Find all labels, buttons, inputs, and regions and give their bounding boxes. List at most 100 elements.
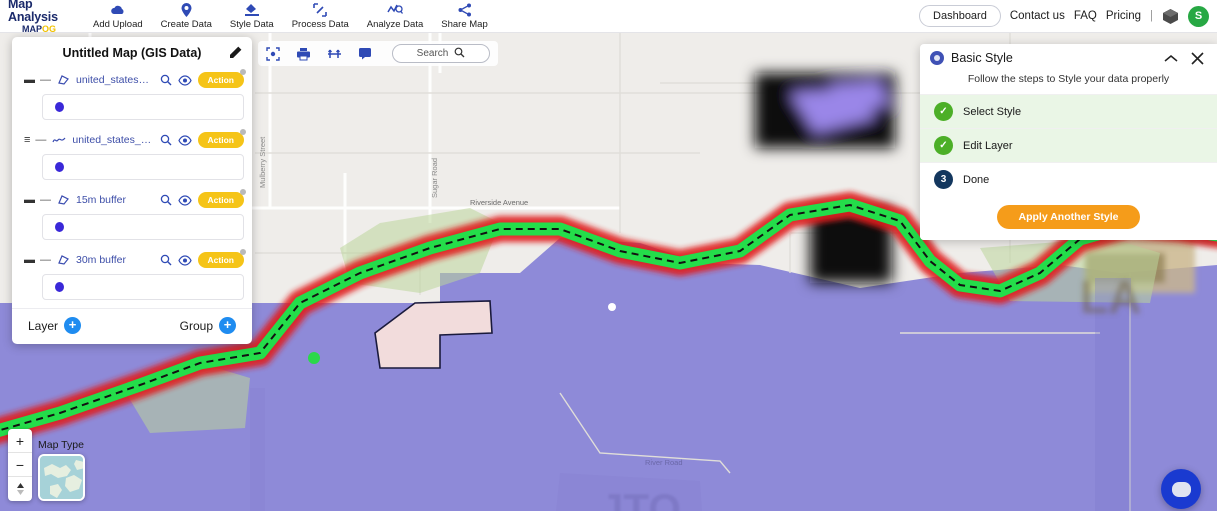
table-row[interactable]: ≡ — united_states_ca... Action: [12, 128, 252, 150]
nav-item-add-upload[interactable]: Add Upload: [84, 3, 152, 30]
dashboard-button[interactable]: Dashboard: [919, 5, 1001, 27]
table-row[interactable]: ▬ — 15m buffer Action: [12, 188, 252, 210]
eye-icon[interactable]: [177, 254, 192, 266]
layer-panel-header: Untitled Map (GIS Data): [12, 37, 252, 68]
drag-handle-icon[interactable]: ▬: [24, 254, 35, 266]
style-swatch-box[interactable]: [42, 214, 244, 240]
pencil-icon[interactable]: [229, 46, 242, 62]
chat-support-button[interactable]: [1161, 469, 1201, 509]
action-button[interactable]: Action: [197, 249, 247, 268]
contact-us-link[interactable]: Contact us: [1010, 10, 1065, 22]
eye-icon[interactable]: [177, 74, 192, 86]
check-icon: ✓: [934, 102, 953, 121]
process-transform-icon: [313, 2, 328, 17]
zoom-out-button[interactable]: −: [8, 453, 32, 477]
brand-title: Map Analysis: [8, 0, 58, 24]
polygon-icon: [57, 74, 70, 86]
color-swatch[interactable]: [55, 282, 64, 292]
eye-icon[interactable]: [177, 194, 192, 206]
search-input[interactable]: Search: [392, 44, 490, 63]
apply-another-style-button[interactable]: Apply Another Style: [996, 205, 1141, 229]
world-map-thumbnail-icon[interactable]: [38, 454, 85, 501]
nav-item-analyze-data[interactable]: Analyze Data: [358, 3, 433, 30]
collapse-minus-icon[interactable]: —: [40, 74, 51, 86]
action-button[interactable]: Action: [197, 189, 247, 208]
list-item: ▬ — 30m buffer Action: [12, 248, 252, 300]
faq-link[interactable]: FAQ: [1074, 10, 1097, 22]
step-label-select-style: Select Style: [963, 105, 1022, 118]
check-icon: ✓: [934, 136, 953, 155]
pricing-link[interactable]: Pricing: [1106, 10, 1141, 22]
collapse-minus-icon[interactable]: —: [40, 194, 51, 206]
step-label-done: Done: [963, 173, 990, 186]
cube-icon[interactable]: [1162, 8, 1179, 25]
step-select-style[interactable]: ✓ Select Style: [920, 94, 1217, 128]
step-done[interactable]: 3 Done: [920, 162, 1217, 196]
comment-icon[interactable]: [358, 47, 372, 60]
water-text-blur: JTO: [600, 485, 681, 511]
cloud-upload-icon: [110, 3, 126, 17]
style-swatch-box[interactable]: [42, 154, 244, 180]
plus-icon: +: [64, 317, 82, 334]
avatar[interactable]: S: [1188, 5, 1209, 27]
style-swatch-box[interactable]: [42, 274, 244, 300]
nav-item-style-data[interactable]: Style Data: [221, 3, 283, 30]
chevron-up-icon[interactable]: [1161, 54, 1181, 63]
drag-handle-icon[interactable]: ≡: [24, 134, 31, 146]
nav-item-share-map[interactable]: Share Map: [432, 3, 496, 30]
eye-icon[interactable]: [177, 134, 192, 146]
nav-label-create-data: Create Data: [160, 18, 212, 30]
collapse-minus-icon[interactable]: —: [40, 254, 51, 266]
map-type-label: Map Type: [38, 439, 84, 451]
fit-to-screen-icon[interactable]: [266, 46, 280, 61]
layer-panel: Untitled Map (GIS Data) ▬ — united_state…: [12, 37, 252, 344]
zoom-to-layer-icon[interactable]: [160, 134, 172, 146]
zoom-to-layer-icon[interactable]: [160, 194, 172, 206]
nav-item-create-data[interactable]: Create Data: [152, 2, 221, 30]
compass-icon[interactable]: [8, 477, 32, 501]
style-swatch-box[interactable]: [42, 94, 244, 120]
layer-name[interactable]: united_states_ca...: [76, 74, 154, 86]
map-type-switcher[interactable]: Map Type: [38, 439, 85, 501]
print-icon[interactable]: [296, 47, 311, 61]
drag-handle-icon[interactable]: ▬: [24, 74, 35, 86]
zoom-to-layer-icon[interactable]: [160, 254, 172, 266]
layer-name[interactable]: 30m buffer: [76, 254, 154, 266]
close-icon[interactable]: [1188, 51, 1207, 65]
nav-label-share-map: Share Map: [441, 18, 488, 30]
color-swatch[interactable]: [55, 102, 64, 112]
action-button[interactable]: Action: [197, 129, 247, 148]
paint-style-icon: [244, 3, 260, 17]
list-item: ≡ — united_states_ca... Action: [12, 128, 252, 180]
add-layer-button[interactable]: Layer +: [28, 317, 82, 334]
action-button[interactable]: Action: [197, 69, 247, 88]
polyline-icon: [52, 135, 66, 145]
color-swatch[interactable]: [55, 162, 64, 172]
measure-icon[interactable]: [327, 47, 342, 61]
add-group-button[interactable]: Group +: [180, 317, 236, 334]
color-swatch[interactable]: [55, 222, 64, 232]
table-row[interactable]: ▬ — united_states_ca... Action: [12, 68, 252, 90]
step-edit-layer[interactable]: ✓ Edit Layer: [920, 128, 1217, 162]
add-layer-label: Layer: [28, 318, 59, 333]
land-text-blur: LA: [1080, 271, 1141, 323]
layer-name[interactable]: united_states_ca...: [72, 134, 153, 146]
vertex-node-selected: [608, 303, 616, 311]
polygon-icon: [57, 194, 70, 206]
brand-logo[interactable]: Map Analysis MAPOG: [0, 0, 82, 34]
zoom-to-layer-icon[interactable]: [160, 74, 172, 86]
main-nav: Add Upload Create Data Style Data Proces…: [84, 2, 497, 30]
collapse-minus-icon[interactable]: —: [35, 134, 46, 146]
drag-handle-icon[interactable]: ▬: [24, 194, 35, 206]
zoom-in-button[interactable]: +: [8, 429, 32, 453]
style-panel-subtitle: Follow the steps to Style your data prop…: [967, 73, 1170, 85]
nav-label-process-data: Process Data: [291, 18, 349, 30]
layer-list: ▬ — united_states_ca... Action ≡: [12, 68, 252, 300]
search-icon[interactable]: [454, 45, 465, 63]
table-row[interactable]: ▬ — 30m buffer Action: [12, 248, 252, 270]
nav-item-process-data[interactable]: Process Data: [283, 2, 358, 30]
search-placeholder: Search: [416, 48, 449, 59]
style-panel-footer: Apply Another Style: [920, 196, 1217, 240]
map-toolbar: Search: [258, 41, 498, 66]
layer-name[interactable]: 15m buffer: [76, 194, 154, 206]
